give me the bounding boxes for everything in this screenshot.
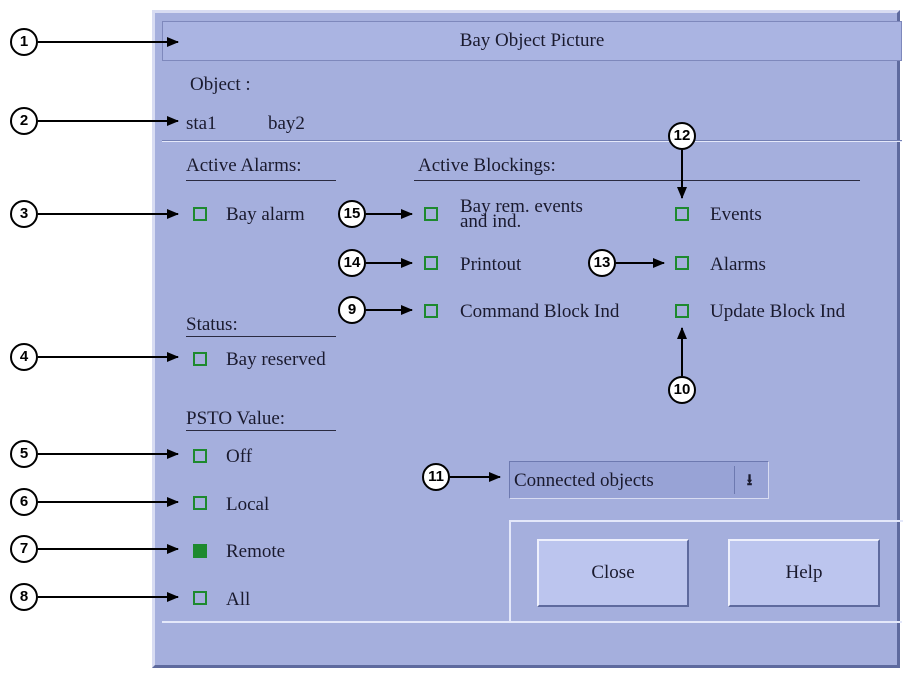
connected-objects-dropdown[interactable]: Connected objects ⭳: [509, 461, 769, 499]
help-button[interactable]: Help: [728, 539, 880, 607]
alarms-label: Alarms: [710, 254, 766, 275]
command-block-checkbox[interactable]: [424, 304, 438, 318]
update-block-label: Update Block Ind: [710, 301, 846, 322]
status-heading: Status:: [186, 314, 238, 335]
events-checkbox[interactable]: [675, 207, 689, 221]
psto-heading: PSTO Value:: [186, 408, 286, 429]
bay-rem-events-checkbox[interactable]: [424, 207, 438, 221]
command-block-label: Command Block Ind: [460, 301, 620, 322]
callout-9: 9: [338, 296, 366, 324]
separator: [162, 140, 902, 142]
callout-12: 12: [668, 122, 696, 150]
callout-7: 7: [10, 535, 38, 563]
callout-15: 15: [338, 200, 366, 228]
callout-14: 14: [338, 249, 366, 277]
dialog-title: Bay Object Picture: [162, 21, 902, 61]
printout-checkbox[interactable]: [424, 256, 438, 270]
psto-remote-checkbox[interactable]: [193, 544, 207, 558]
callout-10: 10: [668, 376, 696, 404]
bay-alarm-label: Bay alarm: [226, 204, 305, 225]
events-label: Events: [710, 204, 762, 225]
callout-4: 4: [10, 343, 38, 371]
active-alarms-heading: Active Alarms:: [186, 155, 302, 176]
callout-1: 1: [10, 28, 38, 56]
close-button[interactable]: Close: [537, 539, 689, 607]
bay-reserved-checkbox[interactable]: [193, 352, 207, 366]
active-alarms-underline: [186, 180, 336, 181]
bay-rem-events-label: Bay rem. events and ind.: [460, 197, 583, 232]
object-label: Object :: [190, 74, 251, 95]
object-station: sta1: [186, 113, 217, 134]
psto-all-label: All: [226, 589, 251, 610]
psto-off-checkbox[interactable]: [193, 449, 207, 463]
psto-local-checkbox[interactable]: [193, 496, 207, 510]
update-block-checkbox[interactable]: [675, 304, 689, 318]
printout-label: Printout: [460, 254, 522, 275]
alarms-checkbox[interactable]: [675, 256, 689, 270]
psto-local-label: Local: [226, 494, 270, 515]
psto-off-label: Off: [226, 446, 253, 467]
status-underline: [186, 336, 336, 337]
active-blockings-heading: Active Blockings:: [418, 155, 556, 176]
connected-objects-value: Connected objects: [514, 470, 654, 491]
psto-all-checkbox[interactable]: [193, 591, 207, 605]
active-blockings-underline: [414, 180, 860, 181]
bay-alarm-checkbox[interactable]: [193, 207, 207, 221]
object-bay: bay2: [268, 113, 305, 134]
psto-underline: [186, 430, 336, 431]
callout-6: 6: [10, 488, 38, 516]
callout-13: 13: [588, 249, 616, 277]
status-bar: [162, 621, 902, 661]
callout-2: 2: [10, 107, 38, 135]
callout-8: 8: [10, 583, 38, 611]
callout-5: 5: [10, 440, 38, 468]
callout-3: 3: [10, 200, 38, 228]
callout-11: 11: [422, 463, 450, 491]
arrow-down-icon[interactable]: ⭳: [734, 466, 764, 494]
psto-remote-label: Remote: [226, 541, 286, 562]
bay-rem-events-line2: and ind.: [460, 211, 522, 232]
bay-reserved-label: Bay reserved: [226, 349, 326, 370]
